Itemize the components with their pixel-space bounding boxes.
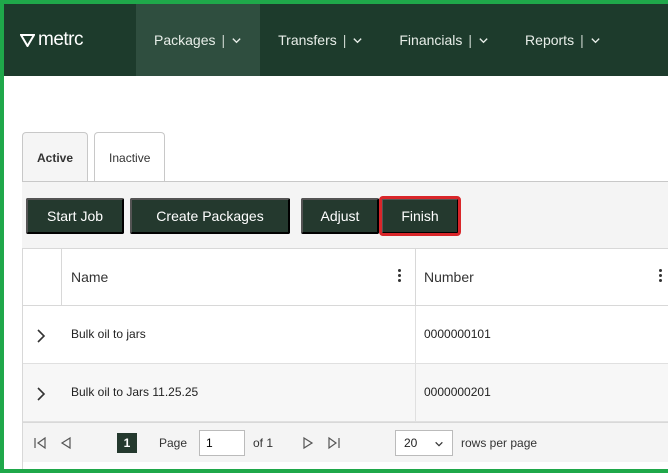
- nav-packages[interactable]: Packages |: [136, 4, 261, 76]
- status-tabs: Active Inactive: [22, 132, 166, 182]
- rows-per-page-label: rows per page: [461, 436, 538, 450]
- nav-separator: |: [468, 32, 473, 48]
- pager: 1 Page of 1 20 rows per page: [23, 422, 668, 462]
- nav-separator: |: [342, 32, 347, 48]
- of-pages-label: of 1: [253, 436, 274, 450]
- nav-packages-label: Packages: [154, 32, 216, 48]
- chevron-down-icon: [591, 37, 600, 43]
- start-job-button[interactable]: Start Job: [26, 198, 124, 234]
- column-divider: [415, 306, 416, 363]
- metrc-logo-icon: [20, 33, 35, 47]
- chevron-down-icon: [353, 37, 363, 43]
- nav-reports-label: Reports: [525, 32, 575, 48]
- nav-transfers[interactable]: Transfers |: [260, 4, 381, 76]
- column-divider: [415, 364, 416, 421]
- nav-separator: |: [580, 32, 584, 48]
- top-nav: metrc Packages | Transfers | Financials …: [4, 4, 668, 76]
- cell-number: 0000000201: [424, 385, 491, 399]
- chevron-down-icon: [232, 37, 241, 43]
- nav-reports[interactable]: Reports |: [507, 4, 619, 76]
- create-packages-button[interactable]: Create Packages: [130, 198, 290, 234]
- column-header-name[interactable]: Name: [71, 269, 108, 285]
- nav-financials-label: Financials: [399, 32, 463, 48]
- nav-transfers-label: Transfers: [278, 32, 337, 48]
- table-row[interactable]: Bulk oil to jars 0000000101: [23, 306, 668, 364]
- chevron-right-icon[interactable]: [36, 328, 46, 344]
- column-divider: [415, 249, 416, 305]
- column-divider: [61, 249, 62, 305]
- table-row[interactable]: Bulk oil to Jars 11.25.25 0000000201: [23, 364, 668, 422]
- first-page-icon[interactable]: [33, 436, 47, 450]
- cell-number: 0000000101: [424, 327, 491, 341]
- adjust-button[interactable]: Adjust: [301, 198, 379, 234]
- page-size-value: 20: [404, 436, 418, 450]
- chevron-right-icon[interactable]: [36, 386, 46, 402]
- page-number-input[interactable]: [199, 430, 245, 456]
- nav-financials[interactable]: Financials |: [381, 4, 507, 76]
- column-menu-icon[interactable]: [396, 267, 402, 287]
- chevron-down-icon: [435, 441, 443, 447]
- grid-header: Name Number: [23, 248, 668, 306]
- column-header-number[interactable]: Number: [424, 269, 474, 285]
- column-menu-icon[interactable]: [657, 267, 663, 287]
- tab-active[interactable]: Active: [22, 132, 89, 182]
- current-page-badge[interactable]: 1: [117, 433, 137, 453]
- page-size-select[interactable]: 20: [395, 430, 453, 456]
- finish-button[interactable]: Finish: [379, 196, 461, 236]
- previous-page-icon[interactable]: [59, 436, 73, 450]
- cell-name: Bulk oil to jars: [71, 327, 146, 341]
- app-frame: metrc Packages | Transfers | Financials …: [0, 0, 668, 473]
- cell-name: Bulk oil to Jars 11.25.25: [71, 385, 199, 399]
- tab-inactive[interactable]: Inactive: [94, 132, 166, 182]
- last-page-icon[interactable]: [327, 436, 341, 450]
- metrc-logo[interactable]: metrc: [4, 4, 136, 76]
- next-page-icon[interactable]: [301, 436, 315, 450]
- logo-text: metrc: [38, 29, 84, 50]
- page-label: Page: [159, 436, 188, 450]
- jobs-grid: Name Number Bulk oil to jars 0000000101 …: [22, 248, 668, 469]
- chevron-down-icon: [479, 37, 488, 43]
- nav-separator: |: [221, 32, 226, 48]
